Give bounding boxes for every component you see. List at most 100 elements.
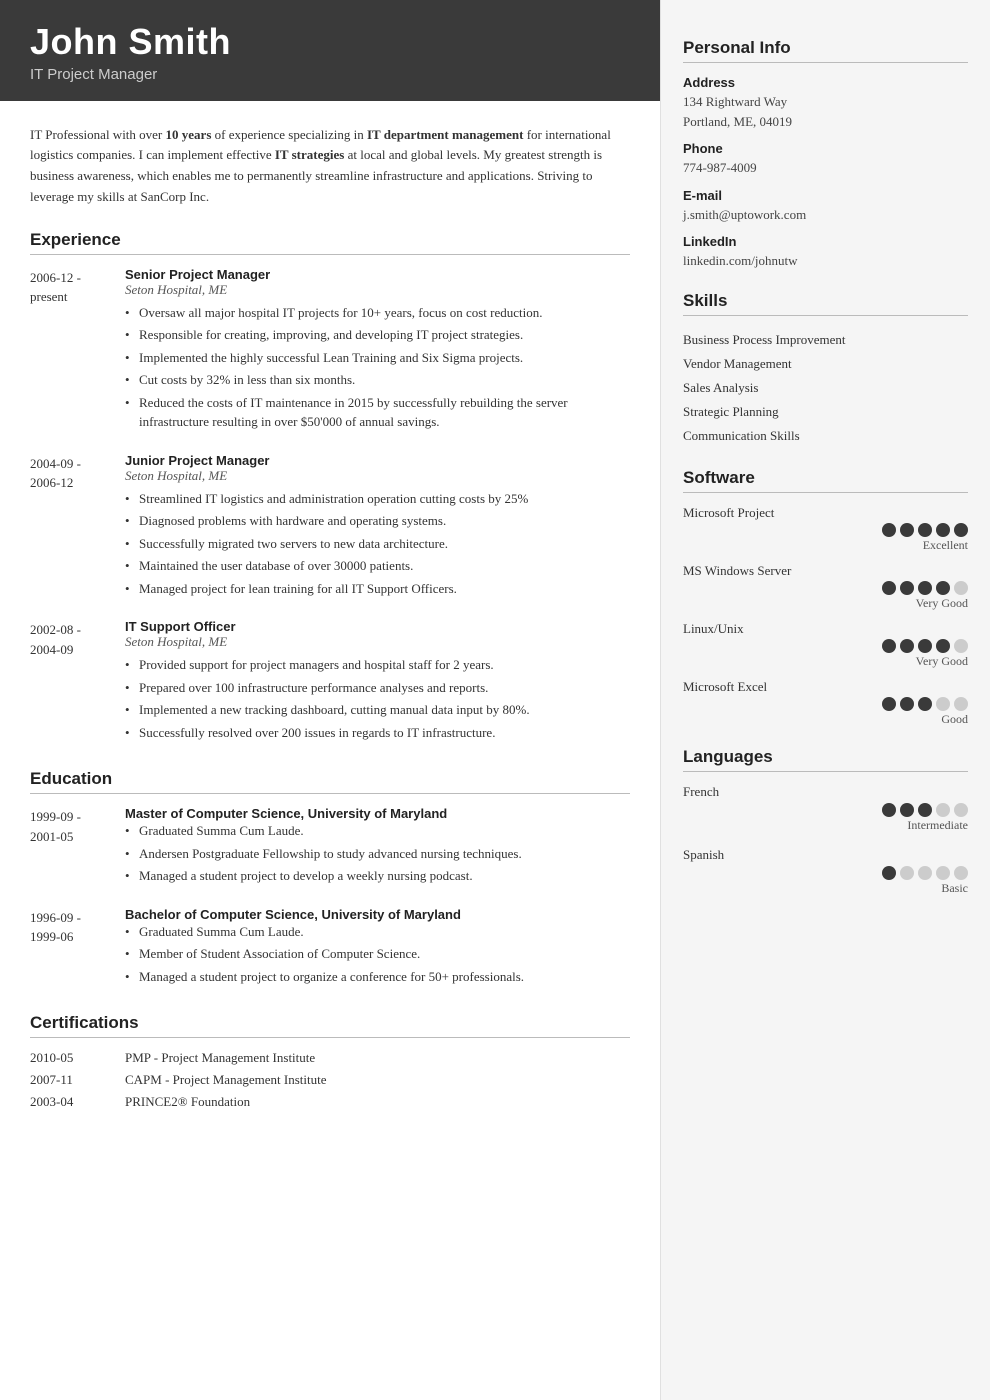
experience-heading: Experience xyxy=(30,230,630,255)
list-item: Streamlined IT logistics and administrat… xyxy=(125,489,630,509)
phone-label: Phone xyxy=(683,141,968,156)
software-item-2: MS Windows Server Very Good xyxy=(683,563,968,611)
dot xyxy=(918,803,932,817)
list-item: Implemented a new tracking dashboard, cu… xyxy=(125,700,630,720)
list-item: Maintained the user database of over 300… xyxy=(125,556,630,576)
entry-title-3: IT Support Officer xyxy=(125,619,630,634)
list-item: Implemented the highly successful Lean T… xyxy=(125,348,630,368)
edu-title-1: Master of Computer Science, University o… xyxy=(125,806,630,821)
list-item: Oversaw all major hospital IT projects f… xyxy=(125,303,630,323)
address-value: 134 Rightward WayPortland, ME, 04019 xyxy=(683,92,968,131)
dots-row-4 xyxy=(683,697,968,711)
dot xyxy=(936,581,950,595)
experience-entry-1: 2006-12 - present Senior Project Manager… xyxy=(30,267,630,435)
dot-label-2: Very Good xyxy=(683,596,968,611)
edu-bullets-2: Graduated Summa Cum Laude. Member of Stu… xyxy=(125,922,630,987)
phone-value: 774-987-4009 xyxy=(683,158,968,178)
cert-text-2: CAPM - Project Management Institute xyxy=(125,1072,326,1088)
education-entry-1: 1999-09 - 2001-05 Master of Computer Sci… xyxy=(30,806,630,889)
dot xyxy=(882,803,896,817)
linkedin-value: linkedin.com/johnutw xyxy=(683,251,968,271)
list-item: Graduated Summa Cum Laude. xyxy=(125,922,630,942)
entry-date-2: 2004-09 - 2006-12 xyxy=(30,453,125,602)
dot xyxy=(954,523,968,537)
cert-text-1: PMP - Project Management Institute xyxy=(125,1050,315,1066)
software-name-3: Linux/Unix xyxy=(683,621,968,637)
resume-page: John Smith IT Project Manager IT Profess… xyxy=(0,0,990,1400)
list-item: Andersen Postgraduate Fellowship to stud… xyxy=(125,844,630,864)
dot xyxy=(900,803,914,817)
dots-row-2 xyxy=(683,581,968,595)
skills-heading: Skills xyxy=(683,291,968,316)
entry-title-1: Senior Project Manager xyxy=(125,267,630,282)
skill-item-5: Communication Skills xyxy=(683,424,968,448)
header: John Smith IT Project Manager xyxy=(0,0,660,101)
lang-name-2: Spanish xyxy=(683,847,968,863)
cert-date-1: 2010-05 xyxy=(30,1050,125,1066)
dot xyxy=(918,866,932,880)
dot xyxy=(954,803,968,817)
cert-entry-3: 2003-04 PRINCE2® Foundation xyxy=(30,1094,630,1110)
list-item: Managed a student project to organize a … xyxy=(125,967,630,987)
education-heading: Education xyxy=(30,769,630,794)
entry-org-3: Seton Hospital, ME xyxy=(125,634,630,650)
list-item: Provided support for project managers an… xyxy=(125,655,630,675)
list-item: Member of Student Association of Compute… xyxy=(125,944,630,964)
education-entry-2: 1996-09 - 1999-06 Bachelor of Computer S… xyxy=(30,907,630,990)
certifications-heading: Certifications xyxy=(30,1013,630,1038)
cert-date-3: 2003-04 xyxy=(30,1094,125,1110)
dot xyxy=(882,639,896,653)
dot xyxy=(954,581,968,595)
address-label: Address xyxy=(683,75,968,90)
language-item-2: Spanish Basic xyxy=(683,847,968,896)
right-column: Personal Info Address 134 Rightward WayP… xyxy=(660,0,990,1400)
list-item: Reduced the costs of IT maintenance in 2… xyxy=(125,393,630,432)
candidate-title: IT Project Manager xyxy=(30,66,630,83)
personal-info-heading: Personal Info xyxy=(683,38,968,63)
dot xyxy=(900,581,914,595)
list-item: Successfully migrated two servers to new… xyxy=(125,534,630,554)
list-item: Managed a student project to develop a w… xyxy=(125,866,630,886)
edu-bullets-1: Graduated Summa Cum Laude. Andersen Post… xyxy=(125,821,630,886)
linkedin-label: LinkedIn xyxy=(683,234,968,249)
dots-row-3 xyxy=(683,639,968,653)
dot xyxy=(918,523,932,537)
cert-text-3: PRINCE2® Foundation xyxy=(125,1094,250,1110)
skill-item-1: Business Process Improvement xyxy=(683,328,968,352)
dot xyxy=(900,697,914,711)
dot xyxy=(954,866,968,880)
dot xyxy=(936,803,950,817)
languages-section: Languages French Intermediate Spanish xyxy=(683,747,968,896)
software-section: Software Microsoft Project Excellent MS … xyxy=(683,468,968,727)
list-item: Graduated Summa Cum Laude. xyxy=(125,821,630,841)
email-label: E-mail xyxy=(683,188,968,203)
list-item: Diagnosed problems with hardware and ope… xyxy=(125,511,630,531)
dot xyxy=(882,523,896,537)
lang-dots-1 xyxy=(683,803,968,817)
dot xyxy=(936,523,950,537)
personal-info-section: Personal Info Address 134 Rightward WayP… xyxy=(683,38,968,271)
lang-name-1: French xyxy=(683,784,968,800)
education-section: Education 1999-09 - 2001-05 Master of Co… xyxy=(30,769,630,989)
software-name-2: MS Windows Server xyxy=(683,563,968,579)
entry-date-1: 2006-12 - present xyxy=(30,267,125,435)
summary-section: IT Professional with over 10 years of ex… xyxy=(30,121,630,208)
dot xyxy=(954,639,968,653)
certifications-section: Certifications 2010-05 PMP - Project Man… xyxy=(30,1013,630,1110)
software-heading: Software xyxy=(683,468,968,493)
dot xyxy=(918,581,932,595)
dot xyxy=(900,523,914,537)
entry-org-1: Seton Hospital, ME xyxy=(125,282,630,298)
languages-heading: Languages xyxy=(683,747,968,772)
software-item-4: Microsoft Excel Good xyxy=(683,679,968,727)
dot xyxy=(936,639,950,653)
left-column: IT Professional with over 10 years of ex… xyxy=(0,101,660,1165)
cert-entry-2: 2007-11 CAPM - Project Management Instit… xyxy=(30,1072,630,1088)
language-item-1: French Intermediate xyxy=(683,784,968,833)
dot-label-1: Excellent xyxy=(683,538,968,553)
email-value: j.smith@uptowork.com xyxy=(683,205,968,225)
edu-date-2: 1996-09 - 1999-06 xyxy=(30,907,125,990)
edu-title-2: Bachelor of Computer Science, University… xyxy=(125,907,630,922)
cert-entry-1: 2010-05 PMP - Project Management Institu… xyxy=(30,1050,630,1066)
experience-entry-3: 2002-08 - 2004-09 IT Support Officer Set… xyxy=(30,619,630,745)
